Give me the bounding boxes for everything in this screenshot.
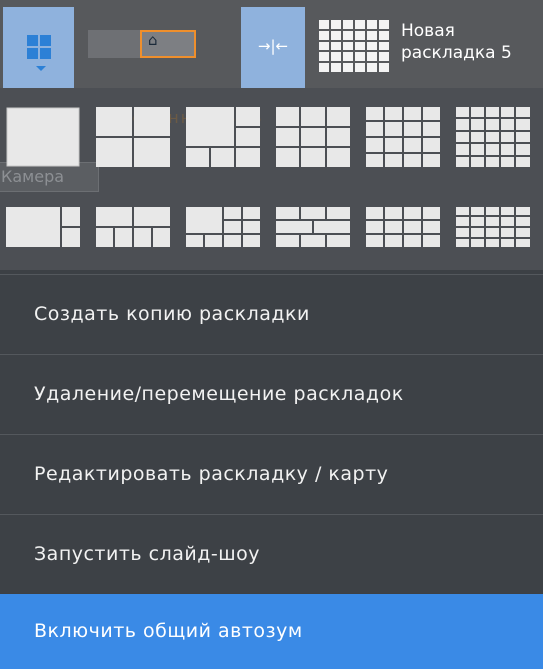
layout-toolbar: ⌂ →|← Новая раскладка 5 bbox=[0, 0, 543, 88]
menu-item-copy-layout[interactable]: Создать копию раскладки bbox=[0, 274, 543, 353]
template-2-plus-4[interactable] bbox=[96, 207, 170, 247]
layout-name-line2: раскладка 5 bbox=[401, 43, 512, 63]
menu-item-edit-layout-map[interactable]: Редактировать раскладку / карту bbox=[0, 434, 543, 513]
layouts-menu-button[interactable] bbox=[3, 7, 74, 88]
collapse-arrows-icon: →|← bbox=[257, 37, 289, 55]
layout-name-line1: Новая bbox=[401, 21, 455, 41]
template-3x3[interactable] bbox=[276, 107, 350, 167]
template-1-plus-7[interactable] bbox=[186, 207, 260, 247]
template-2x2[interactable] bbox=[96, 107, 170, 167]
template-4x3[interactable] bbox=[366, 207, 440, 247]
layout-templates-panel: Сторонние ВСВ Камера bbox=[0, 88, 543, 270]
template-1-plus-2[interactable] bbox=[6, 207, 80, 247]
current-layout-name[interactable]: Новая раскладка 5 bbox=[401, 20, 541, 64]
template-5x4[interactable] bbox=[456, 207, 530, 247]
layout-grid-icon bbox=[27, 35, 51, 59]
template-1-plus-5[interactable] bbox=[186, 107, 260, 167]
template-5x5[interactable] bbox=[456, 107, 530, 167]
chevron-down-icon bbox=[36, 66, 46, 71]
menu-item-enable-autozoom[interactable]: Включить общий автозум bbox=[0, 594, 543, 669]
template-3-plus-6[interactable] bbox=[276, 207, 350, 247]
collapse-layouts-button[interactable]: →|← bbox=[241, 7, 305, 88]
menu-item-start-slideshow[interactable]: Запустить слайд-шоу bbox=[0, 514, 543, 593]
template-4x4[interactable] bbox=[366, 107, 440, 167]
home-layout-thumbnail[interactable]: ⌂ bbox=[88, 30, 196, 58]
current-layout-icon[interactable] bbox=[319, 20, 389, 72]
home-icon: ⌂ bbox=[148, 31, 158, 49]
template-1x1[interactable] bbox=[6, 107, 80, 167]
menu-item-delete-move-layouts[interactable]: Удаление/перемещение раскладок bbox=[0, 354, 543, 433]
